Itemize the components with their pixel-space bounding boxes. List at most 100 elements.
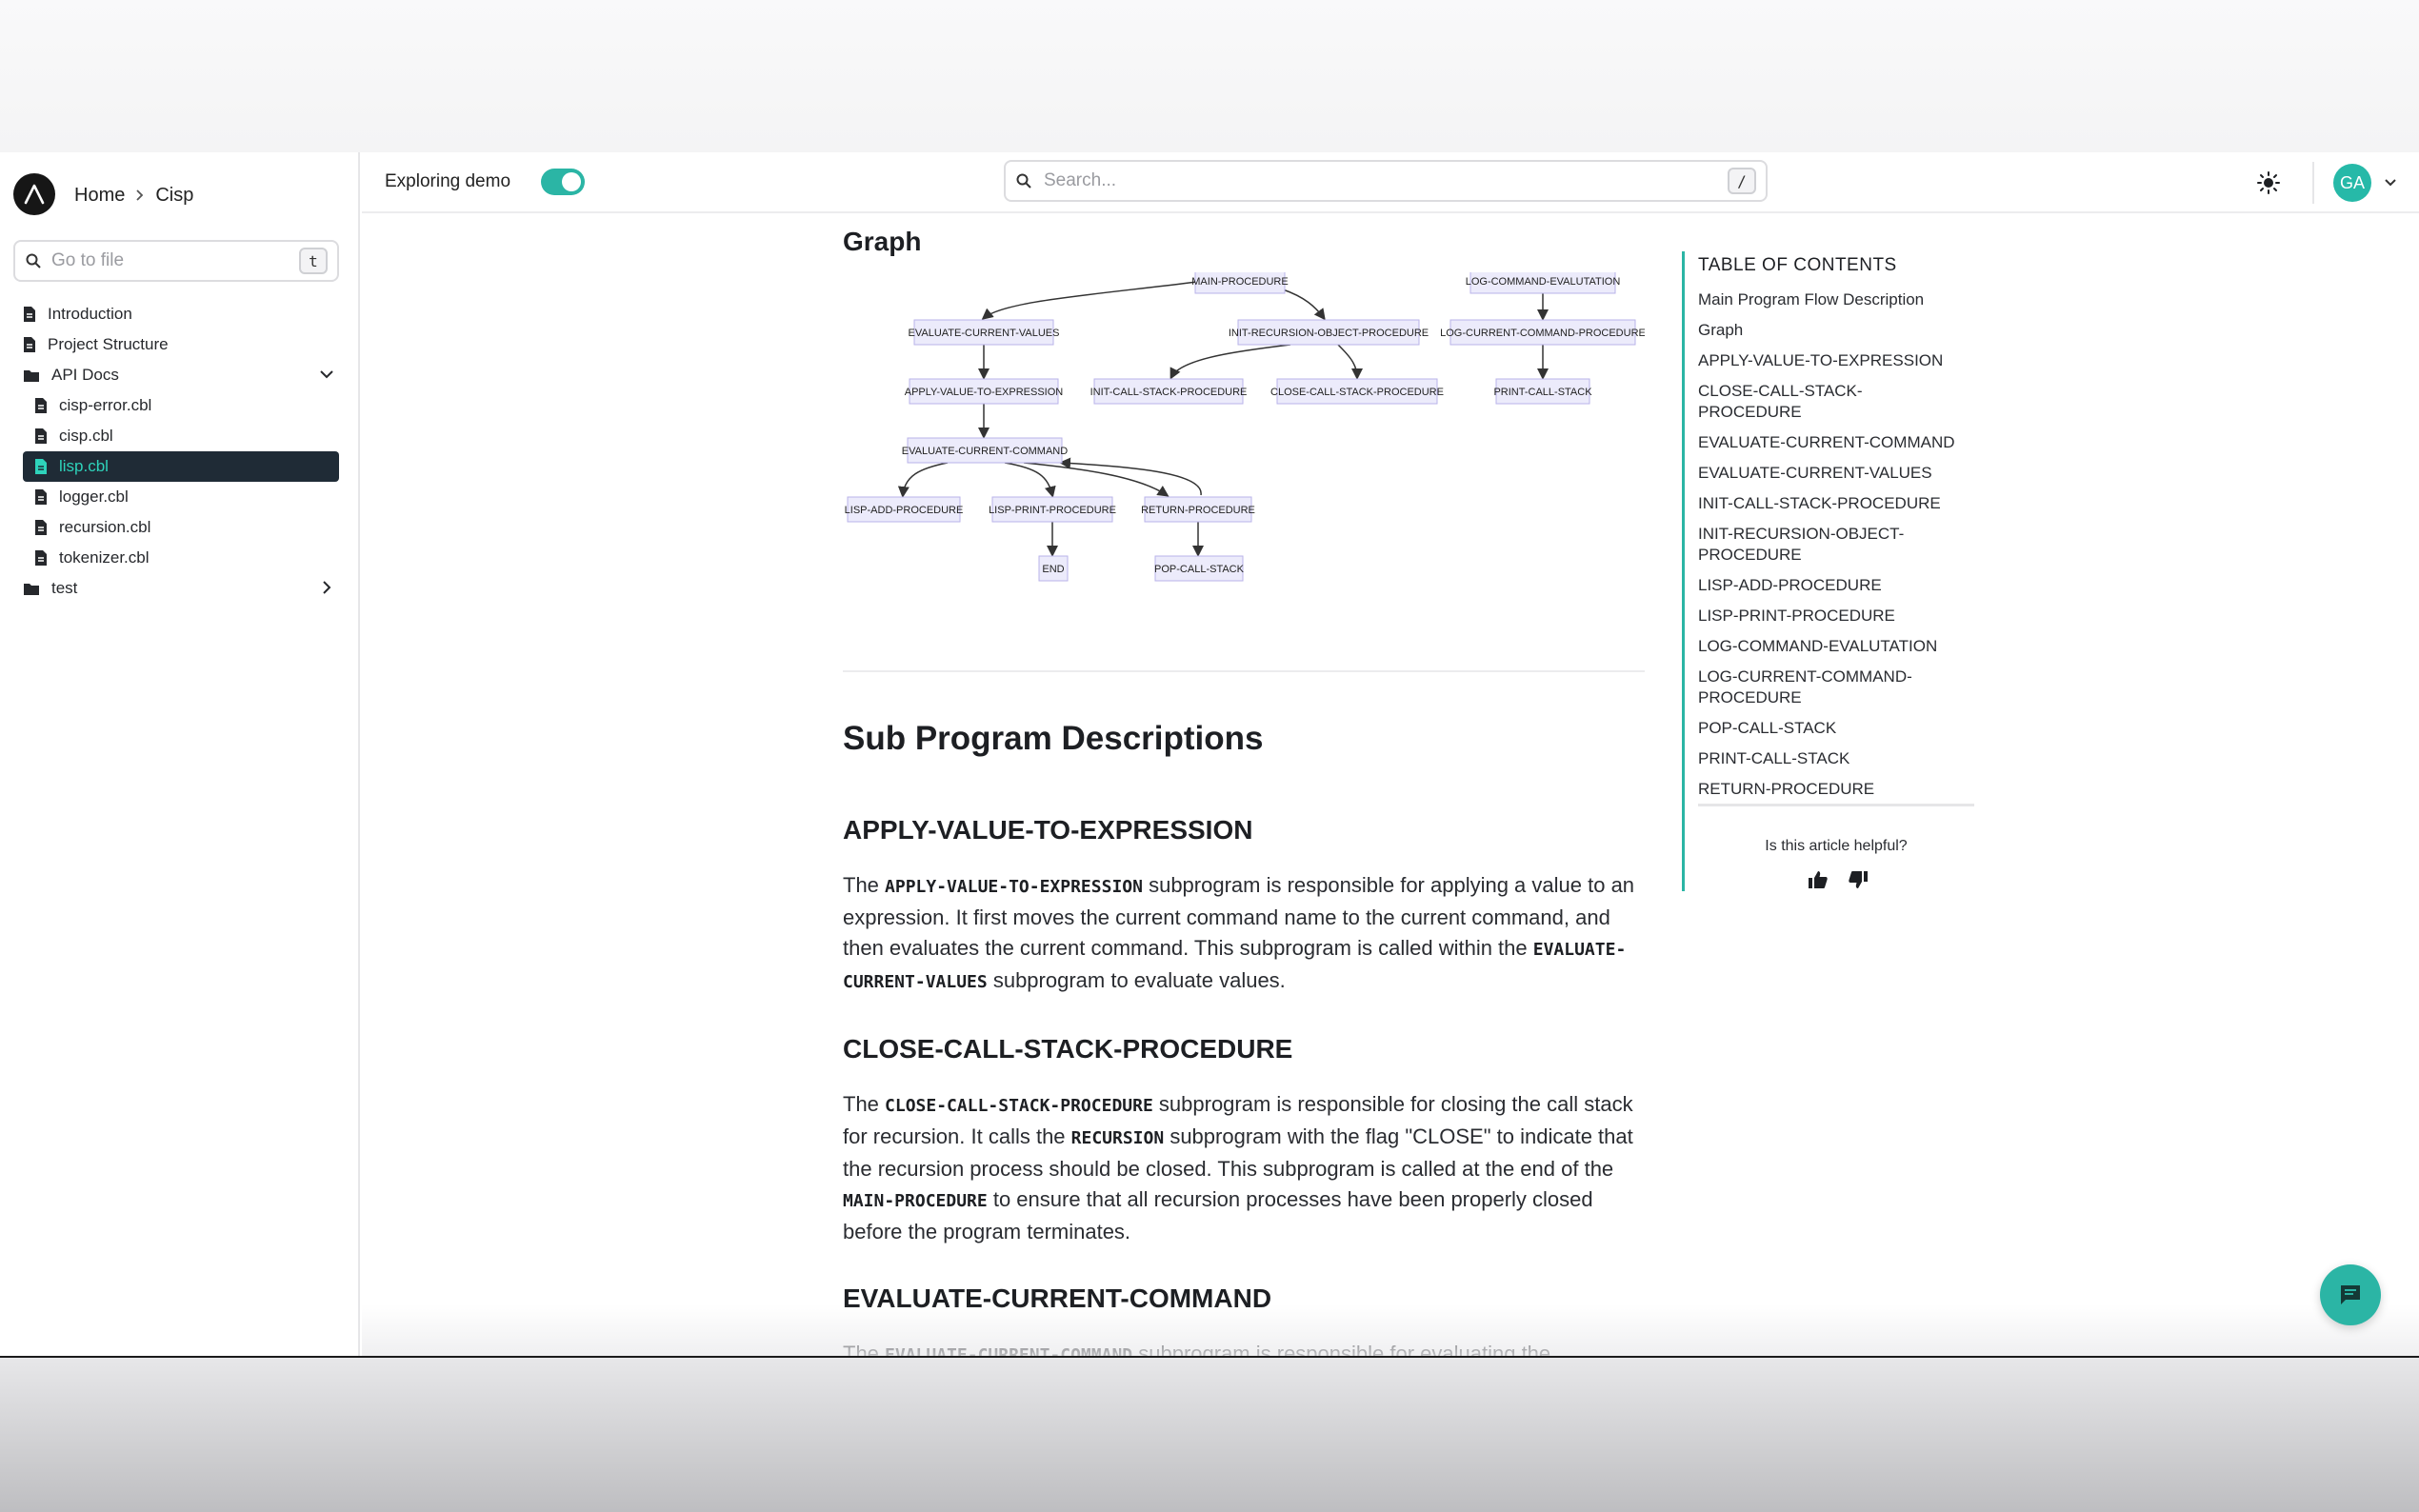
article-content: Graph MAIN-PROCEDURE LOG-COMMAND-EVALUTA… xyxy=(843,213,1645,1358)
search-box[interactable]: / xyxy=(1004,160,1768,202)
sidebar-item-label: API Docs xyxy=(51,366,119,384)
toc-item[interactable]: RETURN-PROCEDURE xyxy=(1698,779,1965,800)
chevron-right-icon[interactable] xyxy=(318,579,335,601)
avatar[interactable]: GA xyxy=(2333,164,2371,202)
toc-item[interactable]: LISP-PRINT-PROCEDURE xyxy=(1698,606,1965,627)
top-backdrop xyxy=(0,0,2419,152)
graph-node-label: POP-CALL-STACK xyxy=(1154,564,1245,575)
chat-button[interactable] xyxy=(2320,1264,2381,1325)
document-icon xyxy=(34,428,48,445)
bottom-backdrop xyxy=(0,1358,2419,1512)
toc-item[interactable]: INIT-CALL-STACK-PROCEDURE xyxy=(1698,493,1965,514)
exploring-demo-toggle[interactable] xyxy=(541,169,585,195)
theme-toggle-button[interactable] xyxy=(2255,169,2282,196)
sidebar-item-logger[interactable]: logger.cbl xyxy=(23,482,339,512)
thumbs-down-icon[interactable] xyxy=(1847,868,1869,896)
logo-icon xyxy=(24,184,45,205)
toc-item[interactable]: INIT-RECURSION-OBJECT-PROCEDURE xyxy=(1698,524,1965,566)
sidebar-nav: Introduction Project Structure API Docs … xyxy=(23,299,339,604)
graph-heading: Graph xyxy=(843,227,922,256)
sidebar-item-label: cisp.cbl xyxy=(59,427,113,445)
sidebar-item-cisp-error[interactable]: cisp-error.cbl xyxy=(23,390,339,421)
text: The xyxy=(843,873,886,897)
sidebar-item-label: Project Structure xyxy=(48,335,169,353)
breadcrumb-current[interactable]: Cisp xyxy=(155,185,193,207)
sidebar-item-label: logger.cbl xyxy=(59,487,129,506)
sidebar-item-project-structure[interactable]: Project Structure xyxy=(23,329,339,360)
toc-item[interactable]: LISP-ADD-PROCEDURE xyxy=(1698,575,1965,596)
inline-code: APPLY-VALUE-TO-EXPRESSION xyxy=(885,877,1143,897)
close-call-stack-paragraph: The CLOSE-CALL-STACK-PROCEDURE subprogra… xyxy=(843,1089,1645,1247)
graph-node-label: EVALUATE-CURRENT-COMMAND xyxy=(902,446,1068,457)
sidebar-item-recursion[interactable]: recursion.cbl xyxy=(23,512,339,543)
section-divider xyxy=(843,670,1645,672)
top-header: Exploring demo / GA xyxy=(362,152,2419,213)
toc-item[interactable]: Main Program Flow Description xyxy=(1698,289,1965,310)
header-divider xyxy=(2312,162,2314,204)
sidebar-item-label: tokenizer.cbl xyxy=(59,548,150,567)
document-icon xyxy=(34,519,48,536)
call-graph: MAIN-PROCEDURE LOG-COMMAND-EVALUTATION E… xyxy=(845,272,1645,582)
document-icon xyxy=(34,488,48,506)
search-icon xyxy=(1016,173,1031,189)
search-input[interactable] xyxy=(1044,170,1716,191)
document-icon xyxy=(23,306,36,323)
folder-icon xyxy=(23,368,40,383)
text: The xyxy=(843,1342,886,1358)
table-of-contents: TABLE OF CONTENTS Main Program Flow Desc… xyxy=(1682,251,1974,891)
graph-node-label: CLOSE-CALL-STACK-PROCEDURE xyxy=(1270,387,1444,398)
text: The xyxy=(843,1092,886,1116)
goto-file-input[interactable] xyxy=(51,250,290,271)
inline-code: RECURSION xyxy=(1070,1128,1165,1148)
graph-node-label: EVALUATE-CURRENT-VALUES xyxy=(909,328,1060,339)
chevron-down-icon[interactable] xyxy=(2383,175,2398,195)
graph-node-label: LOG-COMMAND-EVALUTATION xyxy=(1466,276,1621,288)
breadcrumb-home[interactable]: Home xyxy=(74,185,125,207)
graph-node-label: LOG-CURRENT-COMMAND-PROCEDURE xyxy=(1440,328,1645,339)
logo[interactable] xyxy=(13,173,55,215)
toc-item[interactable]: POP-CALL-STACK xyxy=(1698,718,1965,739)
goto-file[interactable]: t xyxy=(13,240,339,282)
graph-node-label: LISP-ADD-PROCEDURE xyxy=(845,505,964,516)
inline-code: CLOSE-CALL-STACK-PROCEDURE xyxy=(885,1096,1153,1116)
graph-node-label: END xyxy=(1042,564,1064,575)
sidebar-item-introduction[interactable]: Introduction xyxy=(23,299,339,329)
thumbs-up-icon[interactable] xyxy=(1807,868,1829,896)
sidebar-item-lisp[interactable]: lisp.cbl xyxy=(23,451,339,482)
toc-item[interactable]: EVALUATE-CURRENT-VALUES xyxy=(1698,463,1965,484)
graph-node-label: LISP-PRINT-PROCEDURE xyxy=(989,505,1116,516)
toc-item[interactable]: LOG-COMMAND-EVALUTATION xyxy=(1698,636,1965,657)
search-icon xyxy=(26,253,41,269)
toc-item[interactable]: Graph xyxy=(1698,320,1965,341)
app-window: Home Cisp t Introduction Project Structu… xyxy=(0,152,2419,1358)
chevron-right-icon xyxy=(134,189,146,202)
apply-value-heading: APPLY-VALUE-TO-EXPRESSION xyxy=(843,815,1253,845)
document-icon xyxy=(34,458,48,475)
exploring-demo-label: Exploring demo xyxy=(385,171,511,191)
sidebar-item-label: recursion.cbl xyxy=(59,518,151,536)
folder-icon xyxy=(23,582,40,596)
sidebar-item-cisp[interactable]: cisp.cbl xyxy=(23,421,339,451)
search-shortcut-key: / xyxy=(1728,168,1756,194)
helpful-question: Is this article helpful? xyxy=(1765,838,1908,854)
toc-item[interactable]: CLOSE-CALL-STACK-PROCEDURE xyxy=(1698,381,1965,423)
graph-node-label: RETURN-PROCEDURE xyxy=(1141,505,1255,516)
sidebar-folder-api-docs[interactable]: API Docs xyxy=(23,360,339,390)
goto-shortcut-key: t xyxy=(299,248,328,274)
sidebar-folder-test[interactable]: test xyxy=(23,573,339,604)
graph-node-label: PRINT-CALL-STACK xyxy=(1493,387,1592,398)
graph-node-label: INIT-CALL-STACK-PROCEDURE xyxy=(1090,387,1248,398)
document-icon xyxy=(23,336,36,353)
sidebar-item-label: cisp-error.cbl xyxy=(59,396,152,414)
toc-item[interactable]: LOG-CURRENT-COMMAND-PROCEDURE xyxy=(1698,666,1965,708)
document-icon xyxy=(34,397,48,414)
toc-item[interactable]: PRINT-CALL-STACK xyxy=(1698,748,1965,769)
sidebar-item-tokenizer[interactable]: tokenizer.cbl xyxy=(23,543,339,573)
chat-icon xyxy=(2341,1285,2360,1304)
sun-icon xyxy=(2257,171,2280,194)
chevron-down-icon[interactable] xyxy=(318,366,335,388)
text: subprogram is responsible for evaluating… xyxy=(1132,1342,1551,1358)
toc-item[interactable]: APPLY-VALUE-TO-EXPRESSION xyxy=(1698,350,1965,371)
toc-item[interactable]: EVALUATE-CURRENT-COMMAND xyxy=(1698,432,1965,453)
document-icon xyxy=(34,549,48,567)
